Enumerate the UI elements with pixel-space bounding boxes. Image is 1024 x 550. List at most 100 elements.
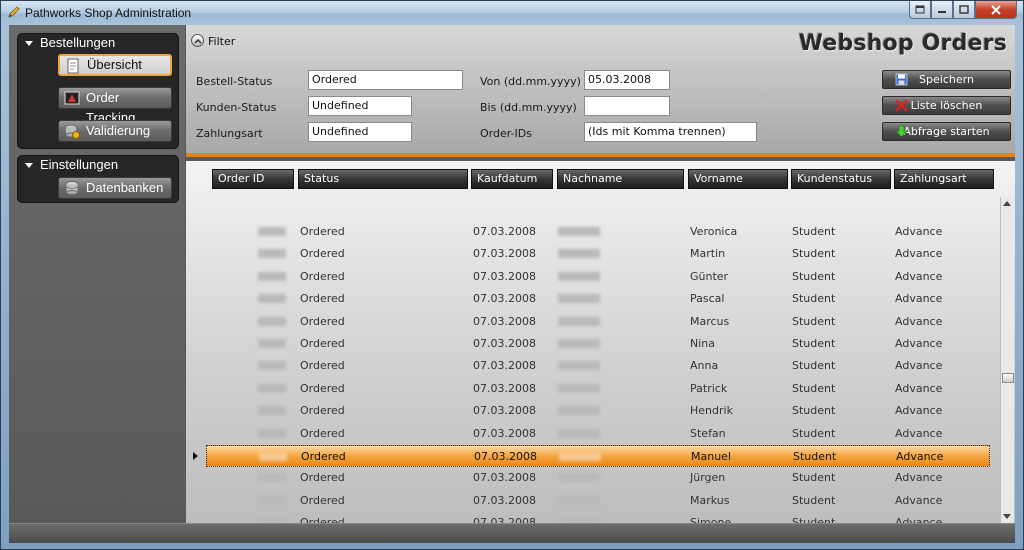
cell-date: 07.03.2008	[473, 269, 536, 283]
close-button[interactable]	[975, 1, 1017, 19]
table-row[interactable]: Ordered 07.03.2008 Markus Student Advance	[206, 490, 990, 512]
bestell-status-label: Bestell-Status	[196, 75, 273, 88]
table-row[interactable]: Ordered 07.03.2008 Marcus Student Advance	[206, 311, 990, 333]
table-row[interactable]: Ordered 07.03.2008 Anna Student Advance	[206, 355, 990, 377]
group-header-einstellungen[interactable]: Einstellungen	[18, 156, 178, 174]
bestell-status-field[interactable]: Ordered	[308, 70, 463, 90]
cell-vorname: Simone	[690, 516, 732, 523]
cell-date: 07.03.2008	[473, 516, 536, 523]
column-header-kundenstatus[interactable]: Kundenstatus	[791, 169, 891, 189]
kunden-status-label: Kunden-Status	[196, 101, 277, 114]
cell-kundenstatus: Student	[792, 225, 836, 238]
sidebar-item-uebersicht[interactable]: Übersicht	[58, 54, 172, 76]
column-header-nachname[interactable]: Nachname	[557, 169, 684, 189]
sidebar-item-order-tracking[interactable]: Order Tracking	[58, 87, 172, 125]
filter-panel: Filter Webshop Orders Bestell-Status Ord…	[186, 25, 1015, 157]
sidebar-item-datenbanken[interactable]: Datenbanken	[58, 177, 172, 199]
cell-date: 07.03.2008	[474, 450, 537, 463]
cell-kundenstatus: Student	[792, 493, 836, 507]
table-row[interactable]: Ordered 07.03.2008 Jürgen Student Advance	[206, 467, 990, 489]
group-label: Bestellungen	[40, 35, 116, 50]
cell-nachname	[558, 428, 600, 438]
cell-status: Ordered	[300, 269, 345, 283]
column-header-vorname[interactable]: Vorname	[688, 169, 788, 189]
table-row[interactable]: Ordered 07.03.2008 Günter Student Advance	[206, 266, 990, 288]
von-date-field[interactable]: 05.03.2008	[584, 70, 670, 90]
cell-status: Ordered	[300, 516, 345, 523]
cell-vorname: Nina	[690, 337, 715, 350]
cell-status: Ordered	[300, 337, 345, 350]
save-button[interactable]: Speichern	[882, 70, 1011, 89]
restore-extra-button[interactable]	[909, 1, 931, 19]
clear-list-button[interactable]: Liste löschen	[882, 96, 1011, 115]
cell-status: Ordered	[301, 450, 346, 463]
cell-zahlungsart: Advance	[895, 381, 943, 395]
title-bar[interactable]: Pathworks Shop Administration	[1, 1, 1023, 25]
table-row[interactable]: Ordered 07.03.2008 Simone Student Advance	[206, 512, 990, 523]
cell-date: 07.03.2008	[473, 359, 536, 373]
cell-zahlungsart: Advance	[895, 247, 943, 261]
nav-label: Übersicht	[87, 57, 142, 72]
cell-zahlungsart: Advance	[895, 516, 943, 523]
sidebar-item-validierung[interactable]: Validierung	[58, 120, 172, 142]
minimize-button[interactable]	[931, 1, 953, 19]
cell-kundenstatus: Student	[792, 404, 836, 418]
cell-nachname	[558, 361, 600, 371]
red-x-icon	[895, 99, 908, 112]
run-query-button[interactable]: Abfrage starten	[882, 122, 1011, 141]
cell-id	[258, 473, 286, 483]
scroll-down-arrow-icon[interactable]	[1003, 514, 1011, 519]
cell-zahlungsart: Advance	[895, 426, 943, 440]
cell-zahlungsart: Advance	[895, 471, 943, 485]
table-row-selected[interactable]: Ordered 07.03.2008 Manuel Student Advance	[206, 445, 990, 467]
save-label: Speichern	[919, 73, 974, 86]
status-bar	[9, 523, 1015, 543]
column-header-status[interactable]: Status	[298, 169, 468, 189]
table-row[interactable]: Ordered 07.03.2008 Pascal Student Advance	[206, 288, 990, 310]
column-header-zahlungsart[interactable]: Zahlungsart	[894, 169, 994, 189]
close-icon	[991, 4, 1001, 15]
cell-vorname: Jürgen	[690, 471, 726, 485]
cell-nachname	[558, 227, 600, 236]
maximize-button[interactable]	[953, 1, 975, 19]
column-header-kaufdatum[interactable]: Kaufdatum	[471, 169, 553, 189]
vertical-scrollbar[interactable]	[1000, 197, 1014, 523]
cell-id	[258, 383, 286, 393]
cell-date: 07.03.2008	[473, 381, 536, 395]
grid-header: Order ID Status Kaufdatum Nachname Vorna…	[186, 169, 998, 191]
table-row[interactable]: Ordered 07.03.2008 Stefan Student Advance	[206, 423, 990, 445]
order-ids-field[interactable]: (Ids mit Komma trennen)	[584, 122, 757, 142]
table-row[interactable]: Ordered 07.03.2008 Nina Student Advance	[206, 333, 990, 355]
zahlungsart-field[interactable]: Undefined	[308, 122, 412, 142]
cell-vorname: Hendrik	[690, 404, 733, 418]
scroll-thumb[interactable]	[1002, 373, 1014, 383]
cell-date: 07.03.2008	[473, 225, 536, 238]
group-header-bestellungen[interactable]: Bestellungen	[18, 34, 178, 52]
cell-vorname: Manuel	[691, 450, 731, 463]
cell-nachname	[558, 383, 600, 393]
table-row[interactable]: Ordered 07.03.2008 Martin Student Advance	[206, 243, 990, 265]
cell-id	[258, 428, 286, 438]
bis-date-field[interactable]	[584, 96, 670, 116]
table-row[interactable]: Ordered 07.03.2008 Veronica Student Advance	[206, 221, 990, 243]
cell-nachname	[558, 495, 600, 505]
table-row[interactable]: Ordered 07.03.2008 Patrick Student Advance	[206, 378, 990, 400]
cell-nachname	[558, 271, 600, 281]
cell-id	[258, 361, 286, 371]
cell-id	[258, 294, 286, 304]
cell-vorname: Martin	[690, 247, 726, 261]
kunden-status-field[interactable]: Undefined	[308, 96, 412, 116]
main-panel: Filter Webshop Orders Bestell-Status Ord…	[186, 25, 1015, 523]
cell-id	[258, 339, 286, 348]
cell-id	[258, 249, 286, 259]
column-header-order-id[interactable]: Order ID	[212, 169, 294, 189]
scroll-up-arrow-icon[interactable]	[1003, 201, 1011, 206]
cell-date: 07.03.2008	[473, 337, 536, 350]
clear-list-label: Liste löschen	[910, 99, 983, 112]
cell-vorname: Günter	[690, 269, 729, 283]
table-row[interactable]: Ordered 07.03.2008 Hendrik Student Advance	[206, 400, 990, 422]
filter-toggle-button[interactable]	[191, 34, 204, 47]
cell-status: Ordered	[300, 493, 345, 507]
cell-nachname	[558, 249, 600, 259]
cell-zahlungsart: Advance	[895, 269, 943, 283]
